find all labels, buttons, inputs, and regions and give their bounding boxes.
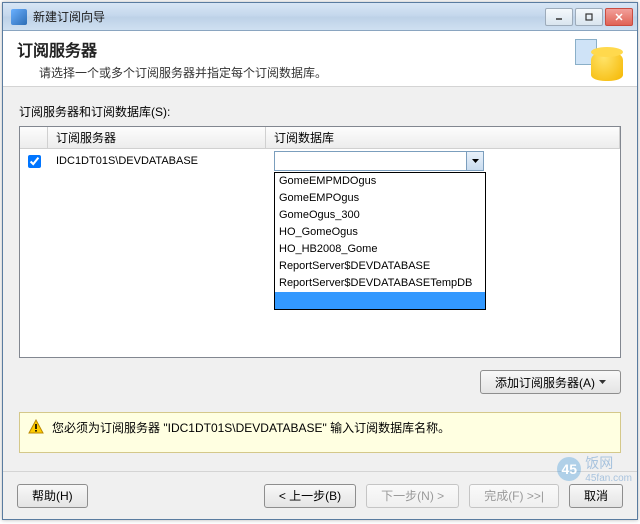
close-button[interactable]	[605, 8, 633, 26]
row-checkbox[interactable]	[28, 155, 41, 168]
warning-box: 您必须为订阅服务器 "IDC1DT01S\DEVDATABASE" 输入订阅数据…	[19, 412, 621, 453]
cancel-button[interactable]: 取消	[569, 484, 623, 508]
database-combo[interactable]: GomeEMPMDOgusGomeEMPOgusGomeOgus_300HO_G…	[274, 151, 484, 171]
dropdown-option[interactable]	[275, 292, 485, 309]
dropdown-option[interactable]: ReportServer$DEVDATABASETempDB	[275, 275, 485, 292]
warning-text: 您必须为订阅服务器 "IDC1DT01S\DEVDATABASE" 输入订阅数据…	[52, 419, 450, 436]
finish-button: 完成(F) >>|	[469, 484, 559, 508]
wizard-icon	[575, 37, 623, 81]
dropdown-option[interactable]: GomeEMPOgus	[275, 190, 485, 207]
help-button[interactable]: 帮助(H)	[17, 484, 88, 508]
wizard-body: 订阅服务器和订阅数据库(S): 订阅服务器 订阅数据库 IDC1DT01S\DE…	[3, 87, 637, 471]
combo-dropdown-button[interactable]	[466, 152, 483, 170]
chevron-down-icon	[472, 159, 479, 163]
app-icon	[11, 9, 27, 25]
chevron-down-icon	[599, 380, 606, 384]
back-button[interactable]: < 上一步(B)	[264, 484, 356, 508]
window-title: 新建订阅向导	[33, 8, 545, 25]
dropdown-option[interactable]: GomeOgus_300	[275, 207, 485, 224]
maximize-button[interactable]	[575, 8, 603, 26]
wizard-header: 订阅服务器 请选择一个或多个订阅服务器并指定每个订阅数据库。	[3, 31, 637, 87]
column-database[interactable]: 订阅数据库	[266, 127, 620, 148]
add-server-label: 添加订阅服务器(A)	[495, 374, 595, 391]
grid-header: 订阅服务器 订阅数据库	[20, 127, 620, 149]
database-dropdown[interactable]: GomeEMPMDOgusGomeEMPOgusGomeOgus_300HO_G…	[274, 172, 486, 310]
table-row[interactable]: IDC1DT01S\DEVDATABASE GomeEMPMDOgusGomeE…	[20, 149, 620, 173]
dropdown-option[interactable]: GomeEMPMDOgus	[275, 173, 485, 190]
column-check[interactable]	[20, 127, 48, 148]
titlebar[interactable]: 新建订阅向导	[3, 3, 637, 31]
wizard-subtitle: 请选择一个或多个订阅服务器并指定每个订阅数据库。	[39, 64, 327, 81]
wizard-title: 订阅服务器	[17, 37, 327, 61]
subscriber-grid: 订阅服务器 订阅数据库 IDC1DT01S\DEVDATABASE GomeEM…	[19, 126, 621, 358]
section-label: 订阅服务器和订阅数据库(S):	[19, 103, 621, 120]
wizard-footer: 帮助(H) < 上一步(B) 下一步(N) > 完成(F) >>| 取消	[3, 471, 637, 519]
minimize-button[interactable]	[545, 8, 573, 26]
warning-icon	[28, 419, 44, 435]
dropdown-option[interactable]: HO_GomeOgus	[275, 224, 485, 241]
dropdown-option[interactable]: HO_HB2008_Gome	[275, 241, 485, 258]
row-server-name: IDC1DT01S\DEVDATABASE	[56, 155, 198, 167]
add-server-button[interactable]: 添加订阅服务器(A)	[480, 370, 621, 394]
column-server[interactable]: 订阅服务器	[48, 127, 266, 148]
dropdown-option[interactable]: ReportServer$DEVDATABASE	[275, 258, 485, 275]
next-button: 下一步(N) >	[366, 484, 459, 508]
wizard-window: 新建订阅向导 订阅服务器 请选择一个或多个订阅服务器并指定每个订阅数据库。 订阅…	[2, 2, 638, 520]
database-input[interactable]	[275, 152, 466, 170]
